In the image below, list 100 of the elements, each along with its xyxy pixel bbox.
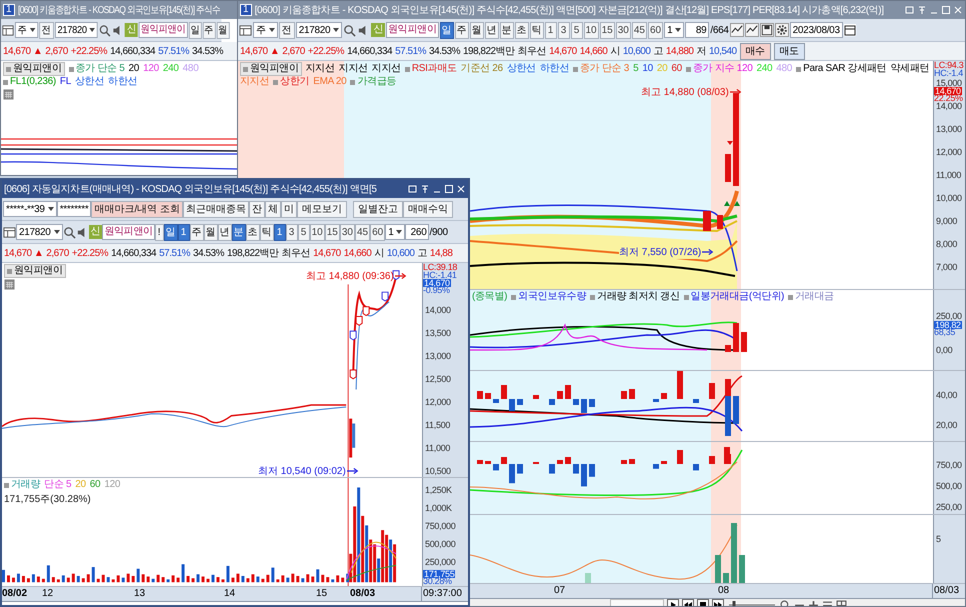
period-dropdown[interactable]: 1: [385, 224, 406, 240]
legend-label: 상한선: [75, 76, 104, 88]
quote-value: 14,88: [430, 248, 452, 258]
period-tab[interactable]: 60: [370, 224, 386, 240]
quote-value: 198,822백만: [462, 45, 515, 58]
period-tab[interactable]: 10: [310, 224, 325, 240]
toolbar-button[interactable]: 미: [281, 200, 297, 218]
period-tab[interactable]: 월: [470, 22, 484, 38]
period-dropdown[interactable]: 주: [14, 22, 38, 38]
stock-name-field[interactable]: 원익피앤이: [386, 22, 438, 38]
axis-tick: 9,000: [936, 217, 958, 225]
period-tab[interactable]: 일: [164, 224, 178, 240]
legend-label: 20: [656, 62, 668, 76]
period-tab[interactable]: 15: [324, 224, 340, 240]
count-field[interactable]: 260: [405, 224, 430, 240]
period-tab[interactable]: 10: [584, 22, 599, 38]
toolbar-button[interactable]: 매매수익: [403, 200, 453, 218]
new-badge: 신: [371, 23, 385, 37]
count-field[interactable]: 89: [685, 22, 710, 38]
period-tab[interactable]: 월: [204, 224, 218, 240]
legend-label: 약세패턴: [890, 62, 930, 76]
quote-value: 57.51%: [395, 46, 426, 56]
code-field[interactable]: 217820: [54, 22, 98, 38]
toolbar-button[interactable]: 잔: [249, 200, 265, 218]
period-tab[interactable]: 1: [178, 224, 190, 240]
toolbar-button[interactable]: 체: [265, 200, 281, 218]
legend-label: 거래량: [4, 479, 40, 491]
quote-value: 14,670 ▲: [4, 248, 44, 258]
period-tab[interactable]: 30: [616, 22, 631, 38]
period-tab[interactable]: 분: [232, 224, 246, 240]
period-tab[interactable]: 일: [188, 22, 202, 38]
toolbar-button[interactable]: 메모보기: [297, 200, 347, 218]
period-tab[interactable]: 30: [340, 224, 355, 240]
quote-value: 34.53%: [193, 248, 224, 258]
period-tab[interactable]: 1: [274, 224, 286, 240]
period-tab[interactable]: 년: [484, 22, 498, 38]
period-tab[interactable]: 주: [202, 22, 216, 38]
code-field[interactable]: 217820: [296, 22, 342, 38]
count-total: /900: [429, 226, 448, 238]
toolbar-button[interactable]: 최근매매종목: [183, 200, 249, 218]
period-tab[interactable]: 월: [216, 22, 230, 38]
legend-label: 외국인보유수량: [511, 291, 586, 303]
code-field[interactable]: 217820: [16, 224, 63, 240]
quote-value: 198,822백만: [226, 247, 279, 260]
date-label: 08: [718, 585, 730, 596]
quote-value: 최우선: [518, 45, 546, 58]
legend-label: 종가 지수 120: [686, 62, 752, 76]
quote-value: 14,660: [344, 248, 372, 258]
query-button[interactable]: 매매마크/내역 조회: [91, 200, 183, 218]
axis-price-tag: 68,35: [934, 329, 956, 336]
period-tab[interactable]: 15: [600, 22, 615, 38]
period-tab[interactable]: 45: [354, 224, 370, 240]
new-badge: 신: [88, 225, 102, 239]
period-tab[interactable]: 주: [454, 22, 468, 38]
buy-button[interactable]: 매수: [740, 42, 771, 60]
toolbar-button[interactable]: 전: [278, 22, 295, 38]
axis-price-tag: 22.25%: [934, 95, 963, 102]
stock-name-field[interactable]: 원익피앤이: [102, 224, 155, 240]
password-field[interactable]: ********: [56, 201, 92, 217]
code-field[interactable]: *****-**39: [3, 201, 57, 217]
period-tab[interactable]: 3: [286, 224, 298, 240]
axis-tick: 1,000K: [425, 504, 452, 512]
period-tab[interactable]: 60: [648, 22, 664, 38]
axis-tick: 15,000: [936, 79, 962, 87]
quote-value: +22.25%: [72, 248, 108, 258]
price-extreme-label: 최저 7,550 (07/26): [619, 245, 702, 259]
period-tab[interactable]: 주: [190, 224, 204, 240]
sell-button[interactable]: 매도: [774, 42, 805, 60]
period-dropdown[interactable]: 1: [664, 22, 684, 38]
period-tab[interactable]: 분: [500, 22, 514, 38]
period-tab[interactable]: 5: [298, 224, 310, 240]
quote-value: 2,670: [282, 46, 305, 56]
axis-tick: 20,00: [936, 421, 958, 429]
quote-value: 57.51%: [159, 248, 190, 258]
stock-name-field[interactable]: 원익피앤이: [138, 22, 188, 38]
count-total: /664: [710, 24, 729, 36]
legend-label: 거래대금: [788, 291, 834, 303]
period-tab[interactable]: 5: [570, 22, 582, 38]
period-dropdown[interactable]: 주: [253, 22, 278, 38]
date-field[interactable]: 2023/08/03: [790, 22, 843, 38]
axis-tick: 1,250K: [425, 486, 452, 494]
period-tab[interactable]: 3: [558, 22, 570, 38]
period-tab[interactable]: 년: [218, 224, 232, 240]
legend-label: 하한선: [540, 62, 570, 76]
period-tab[interactable]: 1: [544, 22, 556, 38]
period-tab[interactable]: 틱: [530, 22, 544, 38]
quote-value: 2,670: [45, 46, 68, 56]
toolbar-button[interactable]: 일별잔고: [353, 200, 403, 218]
toolbar-button[interactable]: 전: [38, 22, 54, 38]
axis-tick: 14,000: [425, 306, 451, 314]
period-tab[interactable]: 초: [514, 22, 528, 38]
period-tab[interactable]: 45: [632, 22, 647, 38]
quote-value: 14,670 ▲: [240, 46, 280, 56]
period-tab[interactable]: 틱: [260, 224, 274, 240]
axis-tick: 10,500: [425, 467, 451, 475]
period-tab[interactable]: 초: [246, 224, 260, 240]
legend-label: 지지선: [372, 62, 401, 76]
legend-label: 원익피앤이: [3, 62, 65, 76]
axis-price-tag: 30.28%: [423, 578, 452, 585]
period-tab[interactable]: 일: [440, 22, 454, 38]
